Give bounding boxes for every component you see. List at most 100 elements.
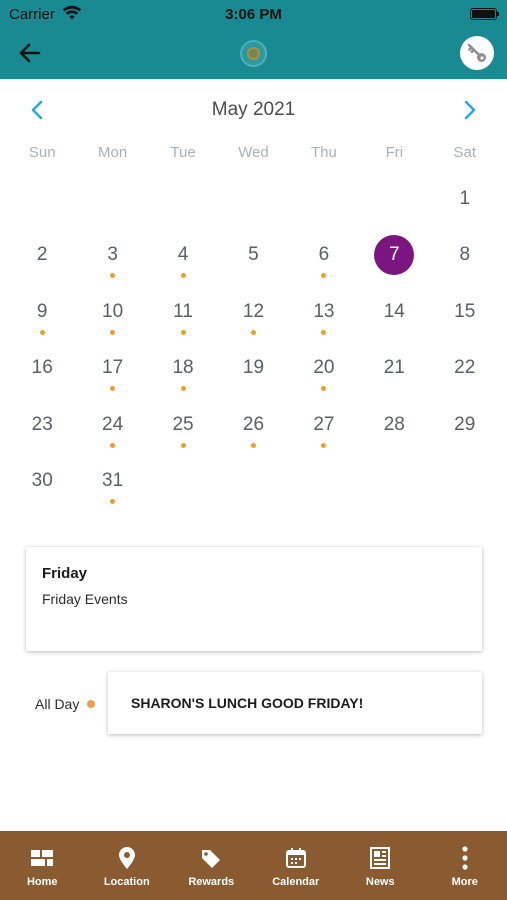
weekday-label: Wed (238, 144, 269, 161)
day-cell[interactable]: 6 (289, 228, 359, 284)
day-number: 22 (454, 357, 476, 379)
selected-day-cell[interactable]: 7 (359, 228, 429, 284)
day-number: 27 (313, 413, 335, 435)
empty-day-cell (359, 172, 429, 228)
event-card[interactable]: SHARON'S LUNCH GOOD FRIDAY! (108, 672, 482, 734)
tab-rewards[interactable]: Rewards (169, 831, 254, 900)
back-button[interactable] (14, 38, 46, 68)
day-cell[interactable]: 10 (77, 285, 147, 341)
day-number: 5 (248, 244, 259, 266)
day-cell[interactable]: 3 (77, 228, 147, 284)
month-title: May 2021 (211, 99, 296, 120)
day-number: 13 (313, 300, 335, 322)
selected-day-subtitle: Friday Events (42, 591, 128, 607)
calendar-days-grid: 1 2 3 4 5 6 7 8 9 10 11 12 13 14 15 16 17 18 19 20 21 22 23 24 2… (7, 172, 500, 510)
day-cell[interactable]: 16 (7, 341, 77, 397)
day-cell[interactable]: 12 (218, 285, 288, 341)
day-cell[interactable]: 24 (77, 398, 147, 454)
day-number: 7 (374, 235, 415, 276)
next-month-button[interactable] (456, 96, 484, 124)
month-header: May 2021 (0, 86, 507, 134)
tab-news[interactable]: News (338, 831, 423, 900)
day-cell[interactable]: 31 (77, 454, 147, 510)
day-cell[interactable]: 1 (430, 172, 500, 228)
day-cell[interactable]: 21 (359, 341, 429, 397)
tab-more[interactable]: More (423, 831, 507, 900)
day-cell[interactable]: 27 (289, 398, 359, 454)
day-number: 10 (102, 300, 124, 322)
day-number: 23 (31, 413, 53, 435)
event-dot (180, 329, 186, 335)
key-button[interactable] (460, 36, 494, 70)
empty-day-cell (430, 454, 500, 510)
day-number: 4 (177, 244, 189, 266)
tab-home[interactable]: Home (0, 831, 85, 900)
event-dot (110, 442, 116, 448)
tab-label: More (451, 876, 478, 888)
tab-label: Rewards (188, 876, 235, 888)
day-number: 19 (242, 357, 265, 379)
day-cell[interactable]: 19 (218, 341, 288, 397)
day-number: 8 (459, 244, 471, 266)
calendar-week-row: 23 24 25 26 27 28 29 (7, 398, 500, 454)
calendar-week-row: 30 31 (7, 454, 500, 510)
day-number: 3 (107, 244, 118, 266)
event-time-label: All Day (35, 696, 80, 712)
day-number: 18 (172, 357, 194, 379)
day-cell[interactable]: 15 (430, 285, 500, 341)
weekday-label: Sat (453, 144, 476, 161)
tab-label: Home (26, 876, 58, 888)
empty-day-cell (148, 172, 218, 228)
day-cell[interactable]: 2 (7, 228, 77, 284)
empty-day-cell (289, 454, 359, 510)
day-cell[interactable]: 29 (430, 398, 500, 454)
tab-label: News (365, 876, 395, 888)
day-cell[interactable]: 22 (430, 341, 500, 397)
day-number: 29 (454, 413, 476, 435)
arrow-left-icon (19, 43, 41, 63)
status-bar: Carrier 3:06 PM (0, 0, 507, 28)
tag-icon (200, 847, 222, 869)
event-dot (180, 386, 186, 392)
map-pin-icon (118, 847, 136, 869)
tab-location[interactable]: Location (85, 831, 170, 900)
day-cell[interactable]: 13 (289, 285, 359, 341)
day-cell[interactable]: 20 (289, 341, 359, 397)
empty-day-cell (359, 454, 429, 510)
day-number: 26 (242, 413, 265, 435)
weekday-label: Tue (170, 144, 196, 161)
day-number: 30 (31, 469, 53, 491)
day-cell[interactable]: 11 (148, 285, 218, 341)
day-cell[interactable]: 26 (218, 398, 288, 454)
day-number: 2 (36, 244, 48, 266)
day-cell[interactable]: 23 (7, 398, 77, 454)
day-cell[interactable]: 4 (148, 228, 218, 284)
day-cell[interactable]: 14 (359, 285, 429, 341)
weekday-header: Sun Mon Tue Wed Thu Fri Sat (7, 144, 500, 161)
day-cell[interactable]: 17 (77, 341, 147, 397)
day-cell[interactable]: 8 (430, 228, 500, 284)
empty-day-cell (7, 172, 77, 228)
newspaper-icon (370, 847, 391, 869)
day-cell[interactable]: 25 (148, 398, 218, 454)
empty-day-cell (77, 172, 147, 228)
empty-day-cell (289, 172, 359, 228)
day-cell[interactable]: 30 (7, 454, 77, 510)
tab-label: Calendar (272, 876, 320, 888)
event-dot (39, 329, 45, 335)
selected-day-title: Friday (42, 565, 88, 582)
day-number: 20 (313, 357, 335, 379)
tab-calendar[interactable]: Calendar (254, 831, 339, 900)
weekday-label: Sun (28, 144, 56, 161)
day-cell[interactable]: 9 (7, 285, 77, 341)
day-cell[interactable]: 5 (218, 228, 288, 284)
bottom-tab-bar: Home Location Rewards Calendar News More (0, 831, 507, 900)
day-number: 1 (459, 188, 471, 209)
day-cell[interactable]: 18 (148, 341, 218, 397)
day-number: 25 (172, 413, 194, 435)
day-number: 24 (102, 413, 124, 435)
calendar-week-row: 9 10 11 12 13 14 15 (7, 285, 500, 341)
day-number: 6 (318, 244, 330, 266)
day-cell[interactable]: 28 (359, 398, 429, 454)
calendar-week-row: 2 3 4 5 6 7 8 (7, 228, 500, 284)
